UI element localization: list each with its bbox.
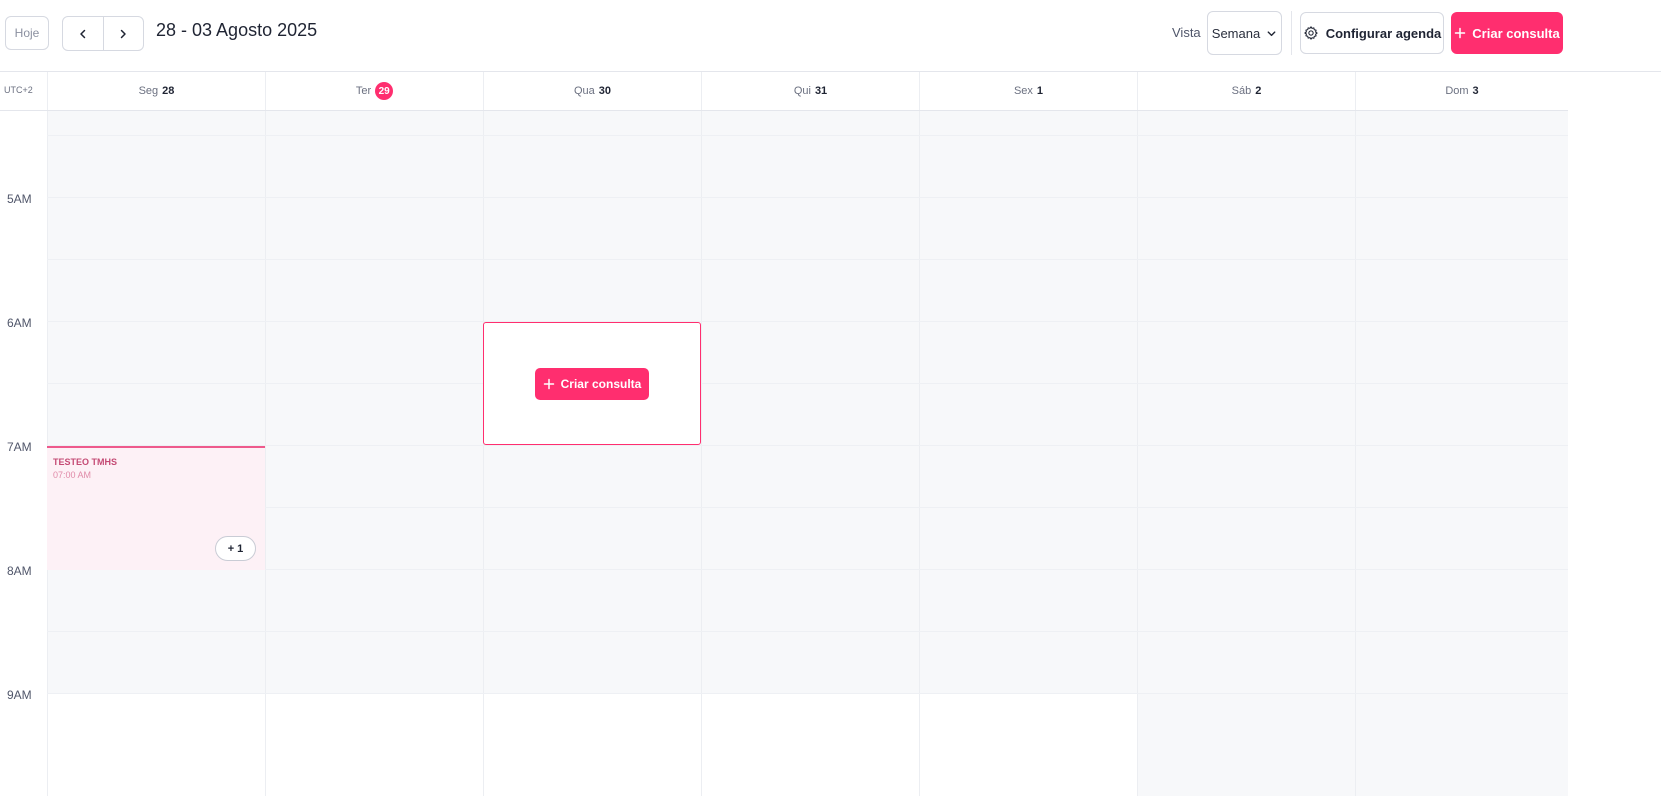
- more-events-button[interactable]: + 1: [215, 536, 256, 561]
- day-name: Seg: [138, 85, 159, 97]
- grid-line: [47, 631, 1568, 632]
- day-header-2[interactable]: Qua 30: [483, 72, 701, 110]
- day-header-row: UTC+2 Seg 28 Ter 29 Qua 30 Qui 31 Sex 1 Sáb 2 Dom 3: [0, 72, 1568, 111]
- configure-agenda-label: Configurar agenda: [1325, 25, 1442, 41]
- chevron-right-icon: [121, 29, 126, 38]
- day-name: Sex: [1013, 85, 1033, 97]
- day-number: 28: [162, 85, 175, 97]
- day-name: Ter: [355, 85, 372, 97]
- day-header-5[interactable]: Sáb 2: [1137, 72, 1355, 110]
- day-number: 30: [598, 85, 612, 97]
- view-select[interactable]: Semana: [1207, 11, 1282, 55]
- day-header-0[interactable]: Seg 28: [47, 72, 265, 110]
- day-number: 1: [1036, 85, 1044, 97]
- grid-line: [47, 383, 1568, 384]
- previous-week-button[interactable]: [63, 17, 103, 50]
- slot-create-consultation-button[interactable]: Criar consulta: [534, 367, 650, 400]
- unavailable-hours-band: [48, 111, 265, 694]
- grid-line: [47, 507, 1568, 508]
- hour-label: 7AM: [7, 440, 32, 454]
- grid-line: [47, 197, 1568, 198]
- event-time: 07:00 AM: [53, 470, 92, 480]
- plus-icon: [543, 378, 554, 389]
- day-header-1[interactable]: Ter 29: [265, 72, 483, 110]
- unavailable-hours-band: [702, 111, 919, 694]
- day-number: 2: [1255, 85, 1262, 97]
- hour-label: 5AM: [7, 192, 32, 206]
- create-consultation-button[interactable]: Criar consulta: [1451, 12, 1563, 54]
- grid-line: [47, 321, 1568, 322]
- next-week-button[interactable]: [102, 17, 144, 50]
- today-button[interactable]: Hoje: [5, 16, 49, 50]
- day-name: Sáb: [1231, 85, 1252, 97]
- hour-label: 6AM: [7, 316, 32, 330]
- view-select-value: Semana: [1211, 25, 1261, 41]
- slot-create-label: Criar consulta: [560, 376, 642, 391]
- calendar-event[interactable]: TESTEO TMHS 07:00 AM + 1: [47, 446, 265, 570]
- grid-line: [47, 569, 1568, 570]
- day-header-3[interactable]: Qui 31: [701, 72, 919, 110]
- timezone-label: UTC+2: [4, 85, 33, 95]
- time-gutter: 5AM 6AM 7AM 8AM 9AM: [0, 111, 47, 796]
- toolbar: Hoje 28 - 03 Agosto 2025 Vista Semana Co…: [0, 0, 1661, 72]
- day-header-6[interactable]: Dom 3: [1355, 72, 1568, 110]
- grid-line: [47, 693, 1568, 694]
- today-date-badge: 29: [375, 82, 394, 100]
- day-name: Qui: [793, 85, 811, 97]
- create-consultation-label: Criar consulta: [1472, 25, 1560, 41]
- chevron-down-icon: [1267, 30, 1276, 36]
- selected-time-slot[interactable]: Criar consulta: [483, 322, 701, 445]
- day-number: 3: [1472, 85, 1479, 97]
- grid-line: [47, 135, 1568, 136]
- grid-line: [47, 259, 1568, 260]
- day-name: Qua: [573, 85, 595, 97]
- date-range-title: 28 - 03 Agosto 2025: [156, 20, 318, 40]
- day-name: Dom: [1445, 85, 1469, 97]
- configure-agenda-button[interactable]: Configurar agenda: [1300, 12, 1444, 54]
- grid-line: [47, 445, 1568, 446]
- hour-label: 9AM: [7, 688, 32, 702]
- plus-icon: [1455, 27, 1466, 39]
- day-number: 31: [814, 85, 828, 97]
- view-label: Vista: [1172, 25, 1201, 40]
- week-navigation: [62, 16, 144, 51]
- hour-label: 8AM: [7, 564, 32, 578]
- week-grid: 5AM 6AM 7AM 8AM 9AM Criar consulta TESTE…: [0, 111, 1568, 796]
- gear-icon: [1304, 26, 1318, 40]
- event-title: TESTEO TMHS: [53, 457, 118, 467]
- day-header-4[interactable]: Sex 1: [919, 72, 1137, 110]
- toolbar-divider: [1291, 11, 1292, 55]
- chevron-left-icon: [80, 29, 85, 38]
- unavailable-hours-band: [266, 111, 483, 694]
- unavailable-hours-band: [920, 111, 1137, 694]
